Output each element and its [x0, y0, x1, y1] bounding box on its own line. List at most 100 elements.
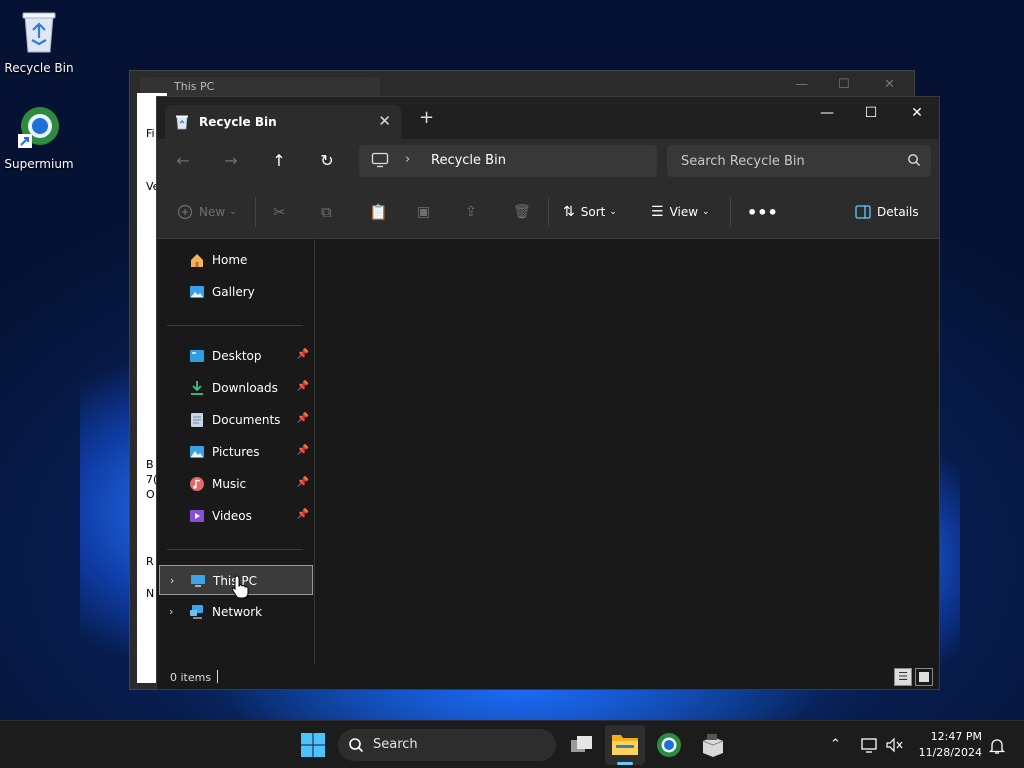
file-explorer-window[interactable]: Recycle Bin ✕ + — ☐ ✕ ← → ↑ ↻ › Recycle …: [156, 96, 940, 690]
documents-icon: [191, 413, 203, 427]
search-icon: [349, 738, 364, 753]
rename-button[interactable]: ▣: [417, 201, 430, 223]
new-tab-icon[interactable]: +: [419, 109, 434, 127]
bg-close-icon[interactable]: ✕: [884, 77, 895, 92]
nav-item-label: Gallery: [212, 285, 255, 299]
show-hidden-icons-icon[interactable]: ⌃: [830, 737, 841, 752]
more-options-button[interactable]: •••: [747, 201, 778, 223]
chevron-down-icon: ⌄: [229, 207, 237, 217]
address-bar-row: ← → ↑ ↻ › Recycle Bin: [157, 139, 939, 185]
details-button[interactable]: Details: [855, 201, 919, 223]
large-icons-view-button[interactable]: [915, 668, 933, 686]
hand-cursor-icon: [231, 575, 249, 599]
pin-icon[interactable]: 📌: [297, 349, 309, 360]
cut-button[interactable]: ✂: [273, 201, 286, 223]
nav-item-music[interactable]: Music 📌: [159, 469, 313, 499]
close-icon[interactable]: ✕: [897, 103, 937, 123]
share-button[interactable]: ⇪: [465, 201, 477, 223]
new-button[interactable]: New ⌄: [177, 201, 237, 223]
taskbar-search-label: Search: [373, 737, 418, 752]
breadcrumb-chevron-icon[interactable]: ›: [405, 152, 410, 167]
nav-item-desktop[interactable]: Desktop 📌: [159, 341, 313, 371]
copy-button[interactable]: ⧉: [321, 201, 332, 223]
up-arrow-icon[interactable]: ↑: [267, 151, 291, 171]
nav-item-gallery[interactable]: Gallery: [159, 277, 313, 307]
bg-text: R: [146, 555, 154, 568]
expand-chevron-icon[interactable]: ›: [169, 605, 173, 618]
pin-icon[interactable]: 📌: [297, 381, 309, 392]
this-pc-icon: [191, 575, 205, 587]
delete-button[interactable]: 🗑: [513, 201, 531, 223]
nav-item-videos[interactable]: Videos 📌: [159, 501, 313, 531]
clock[interactable]: 12:47 PM 11/28/2024: [912, 729, 982, 761]
nav-item-label: Videos: [212, 509, 252, 523]
nav-item-pictures[interactable]: Pictures 📌: [159, 437, 313, 467]
search-box[interactable]: [667, 145, 931, 177]
tab-close-icon[interactable]: ✕: [378, 112, 391, 130]
file-list-area[interactable]: [316, 239, 939, 665]
bg-text: Fi: [146, 127, 155, 140]
nav-item-label: Downloads: [212, 381, 278, 395]
nav-item-downloads[interactable]: Downloads 📌: [159, 373, 313, 403]
desktop-icon-supermium[interactable]: Supermium: [1, 104, 77, 171]
nav-item-home[interactable]: Home: [159, 245, 313, 275]
installer-icon[interactable]: [699, 731, 727, 759]
windows-start-icon[interactable]: [299, 731, 327, 759]
details-view-button[interactable]: ☰: [894, 668, 912, 686]
scissors-icon: ✂: [273, 203, 286, 221]
network-status-icon[interactable]: [861, 737, 879, 753]
network-icon: [190, 605, 203, 619]
bg-text: N: [146, 587, 155, 600]
task-view-icon[interactable]: [568, 731, 596, 759]
item-count: 0 items: [170, 671, 212, 684]
minimize-icon[interactable]: —: [807, 103, 847, 123]
pictures-icon: [190, 446, 204, 458]
tab-recycle-bin[interactable]: Recycle Bin ✕: [165, 105, 401, 139]
nav-item-label: Desktop: [212, 349, 262, 363]
nav-item-documents[interactable]: Documents 📌: [159, 405, 313, 435]
background-titlebar: This PC — ☐ ✕: [130, 71, 914, 97]
status-divider: [217, 670, 218, 683]
music-icon: [190, 477, 204, 491]
active-indicator: [617, 762, 633, 765]
recycle-bin-icon: [176, 115, 188, 130]
refresh-icon[interactable]: ↻: [315, 151, 339, 171]
expand-chevron-icon[interactable]: ›: [170, 574, 174, 587]
nav-divider: [167, 325, 303, 326]
monitor-icon: [371, 152, 389, 168]
nav-item-network[interactable]: › Network: [159, 597, 313, 627]
taskbar-search[interactable]: Search: [338, 729, 556, 761]
toolbar-separator: [730, 197, 731, 227]
address-bar[interactable]: › Recycle Bin: [359, 145, 657, 177]
maximize-icon[interactable]: ☐: [851, 103, 891, 123]
bg-minimize-icon[interactable]: —: [795, 77, 808, 92]
desktop-icon-recycle-bin[interactable]: Recycle Bin: [1, 8, 77, 75]
notification-bell-icon[interactable]: [988, 737, 1006, 755]
pin-icon[interactable]: 📌: [297, 509, 309, 520]
back-arrow-icon[interactable]: ←: [171, 151, 195, 171]
pin-icon[interactable]: 📌: [297, 445, 309, 456]
volume-muted-icon[interactable]: [886, 737, 904, 753]
taskbar: Search ⌃ 12:47 PM 11/28/2024: [0, 720, 1024, 768]
pin-icon[interactable]: 📌: [297, 477, 309, 488]
nav-item-label: Network: [212, 605, 263, 619]
navigation-pane: Home Gallery Desktop 📌 Downloads 📌 Docum…: [157, 239, 315, 665]
taskbar-file-explorer[interactable]: [605, 725, 645, 765]
desktop-folder-icon: [190, 350, 204, 362]
details-button-label: Details: [877, 205, 919, 219]
sort-button-label: Sort: [580, 205, 606, 219]
breadcrumb-path[interactable]: Recycle Bin: [431, 153, 506, 168]
bg-maximize-icon[interactable]: ☐: [838, 77, 850, 92]
search-input[interactable]: [667, 145, 931, 177]
forward-arrow-icon[interactable]: →: [219, 151, 243, 171]
pin-icon[interactable]: 📌: [297, 413, 309, 424]
plus-circle-icon: [177, 204, 193, 220]
more-dots-icon: •••: [747, 202, 778, 222]
background-tab[interactable]: This PC: [140, 77, 380, 97]
view-button[interactable]: ☰ View ⌄: [651, 201, 710, 223]
supermium-taskbar-icon[interactable]: [655, 731, 683, 759]
home-icon: [191, 254, 203, 267]
sort-button[interactable]: ⇅ Sort ⌄: [563, 201, 617, 223]
paste-button[interactable]: 📋: [369, 201, 388, 223]
file-explorer-icon: [612, 735, 638, 755]
